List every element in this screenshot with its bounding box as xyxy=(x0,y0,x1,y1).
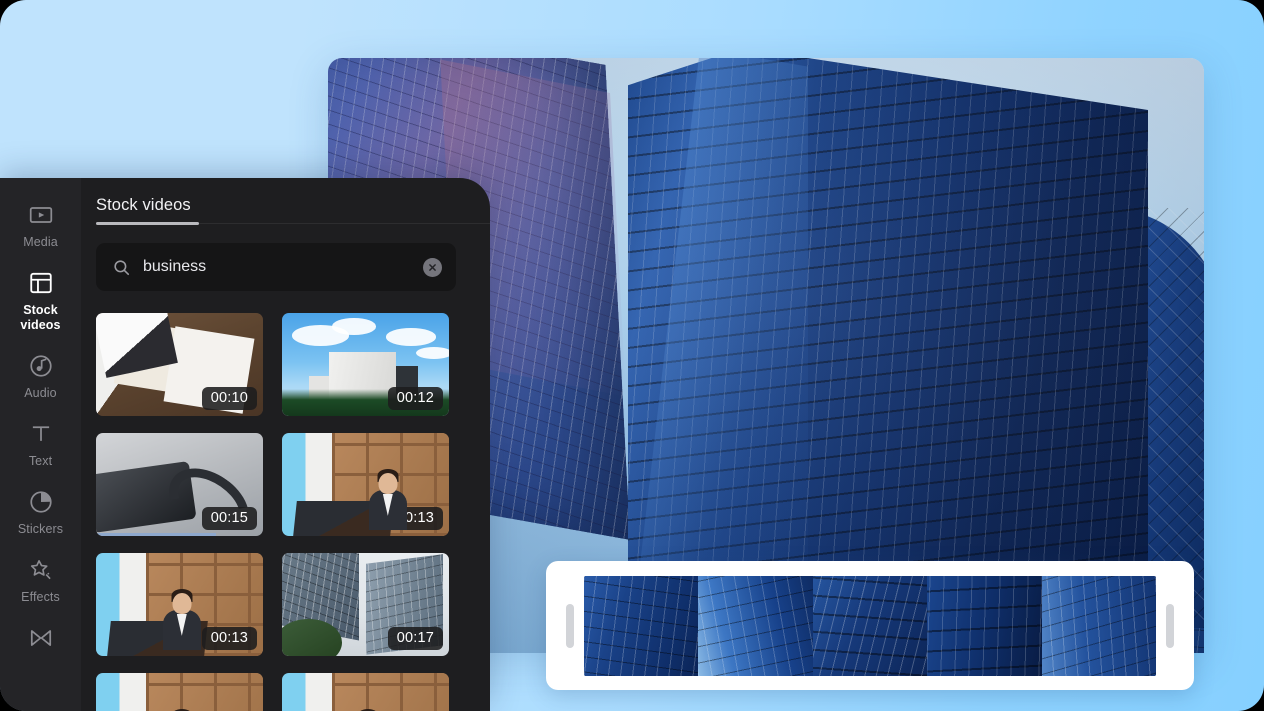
sidebar-item-label-2: videos xyxy=(20,318,61,332)
stock-video-results: 00:10 00:12 00:15 00:13 00:13 00:17 xyxy=(96,313,471,711)
sidebar-item-text[interactable]: Text xyxy=(0,411,81,479)
filmstrip[interactable] xyxy=(584,575,1156,676)
transitions-icon xyxy=(28,625,54,651)
stock-videos-icon xyxy=(28,270,54,296)
timeline-clip[interactable] xyxy=(546,561,1194,690)
search-input[interactable] xyxy=(143,258,411,276)
stock-video-card[interactable]: 00:13 xyxy=(282,433,449,536)
page-title: Stock videos xyxy=(96,196,191,214)
editor-panel: Media Stock videos Audio Text Stickers E… xyxy=(0,178,490,711)
audio-icon xyxy=(28,353,54,379)
sidebar-item-stickers[interactable]: Stickers xyxy=(0,479,81,547)
trim-handle-left[interactable] xyxy=(566,603,574,648)
stock-video-card[interactable] xyxy=(282,673,449,711)
clear-icon[interactable] xyxy=(423,257,442,277)
filmstrip-frame xyxy=(1041,575,1156,676)
app-canvas: Media Stock videos Audio Text Stickers E… xyxy=(0,0,1264,711)
thumbnail xyxy=(96,673,263,711)
duration-badge: 00:10 xyxy=(201,387,257,410)
trim-handle-right[interactable] xyxy=(1166,603,1174,648)
filmstrip-frame xyxy=(927,575,1042,676)
sidebar-item-transitions[interactable] xyxy=(0,615,81,661)
effects-icon xyxy=(28,557,54,583)
tab-active-indicator xyxy=(96,222,199,225)
card-progress-bar xyxy=(96,533,217,536)
filmstrip-frame xyxy=(584,575,699,676)
stock-video-card[interactable] xyxy=(96,673,263,711)
sidebar-item-stock-videos[interactable]: Stock videos xyxy=(0,260,81,343)
sidebar-item-audio[interactable]: Audio xyxy=(0,343,81,411)
sidebar-item-label: Text xyxy=(28,454,53,468)
pane-header: Stock videos xyxy=(96,178,490,225)
stock-video-card[interactable]: 00:17 xyxy=(282,553,449,656)
sidebar-item-label: Stickers xyxy=(17,522,64,536)
sidebar: Media Stock videos Audio Text Stickers E… xyxy=(0,178,81,711)
duration-badge: 00:17 xyxy=(387,627,443,650)
search-icon xyxy=(112,258,131,277)
stock-video-card[interactable]: 00:12 xyxy=(282,313,449,416)
sidebar-item-effects[interactable]: Effects xyxy=(0,547,81,615)
media-icon xyxy=(28,202,54,228)
stickers-icon xyxy=(28,489,54,515)
duration-badge: 00:13 xyxy=(201,627,257,650)
sidebar-item-label: Audio xyxy=(24,386,57,400)
duration-badge: 00:15 xyxy=(201,507,257,530)
duration-badge: 00:12 xyxy=(387,387,443,410)
sidebar-item-label: Effects xyxy=(21,590,60,604)
thumbnail xyxy=(282,673,449,711)
stock-video-card[interactable]: 00:15 xyxy=(96,433,263,536)
sidebar-item-media[interactable]: Media xyxy=(0,192,81,260)
filmstrip-frame xyxy=(812,575,928,676)
stock-video-card[interactable]: 00:13 xyxy=(96,553,263,656)
filmstrip-frame xyxy=(698,575,813,676)
search-bar[interactable] xyxy=(96,243,456,291)
stock-videos-pane: Stock videos business 00:10 00:12 00:15 … xyxy=(81,178,490,711)
sidebar-item-label: Media xyxy=(23,235,58,249)
stock-video-card[interactable]: 00:10 xyxy=(96,313,263,416)
text-icon xyxy=(28,421,54,447)
sidebar-item-label: Stock xyxy=(23,303,58,317)
